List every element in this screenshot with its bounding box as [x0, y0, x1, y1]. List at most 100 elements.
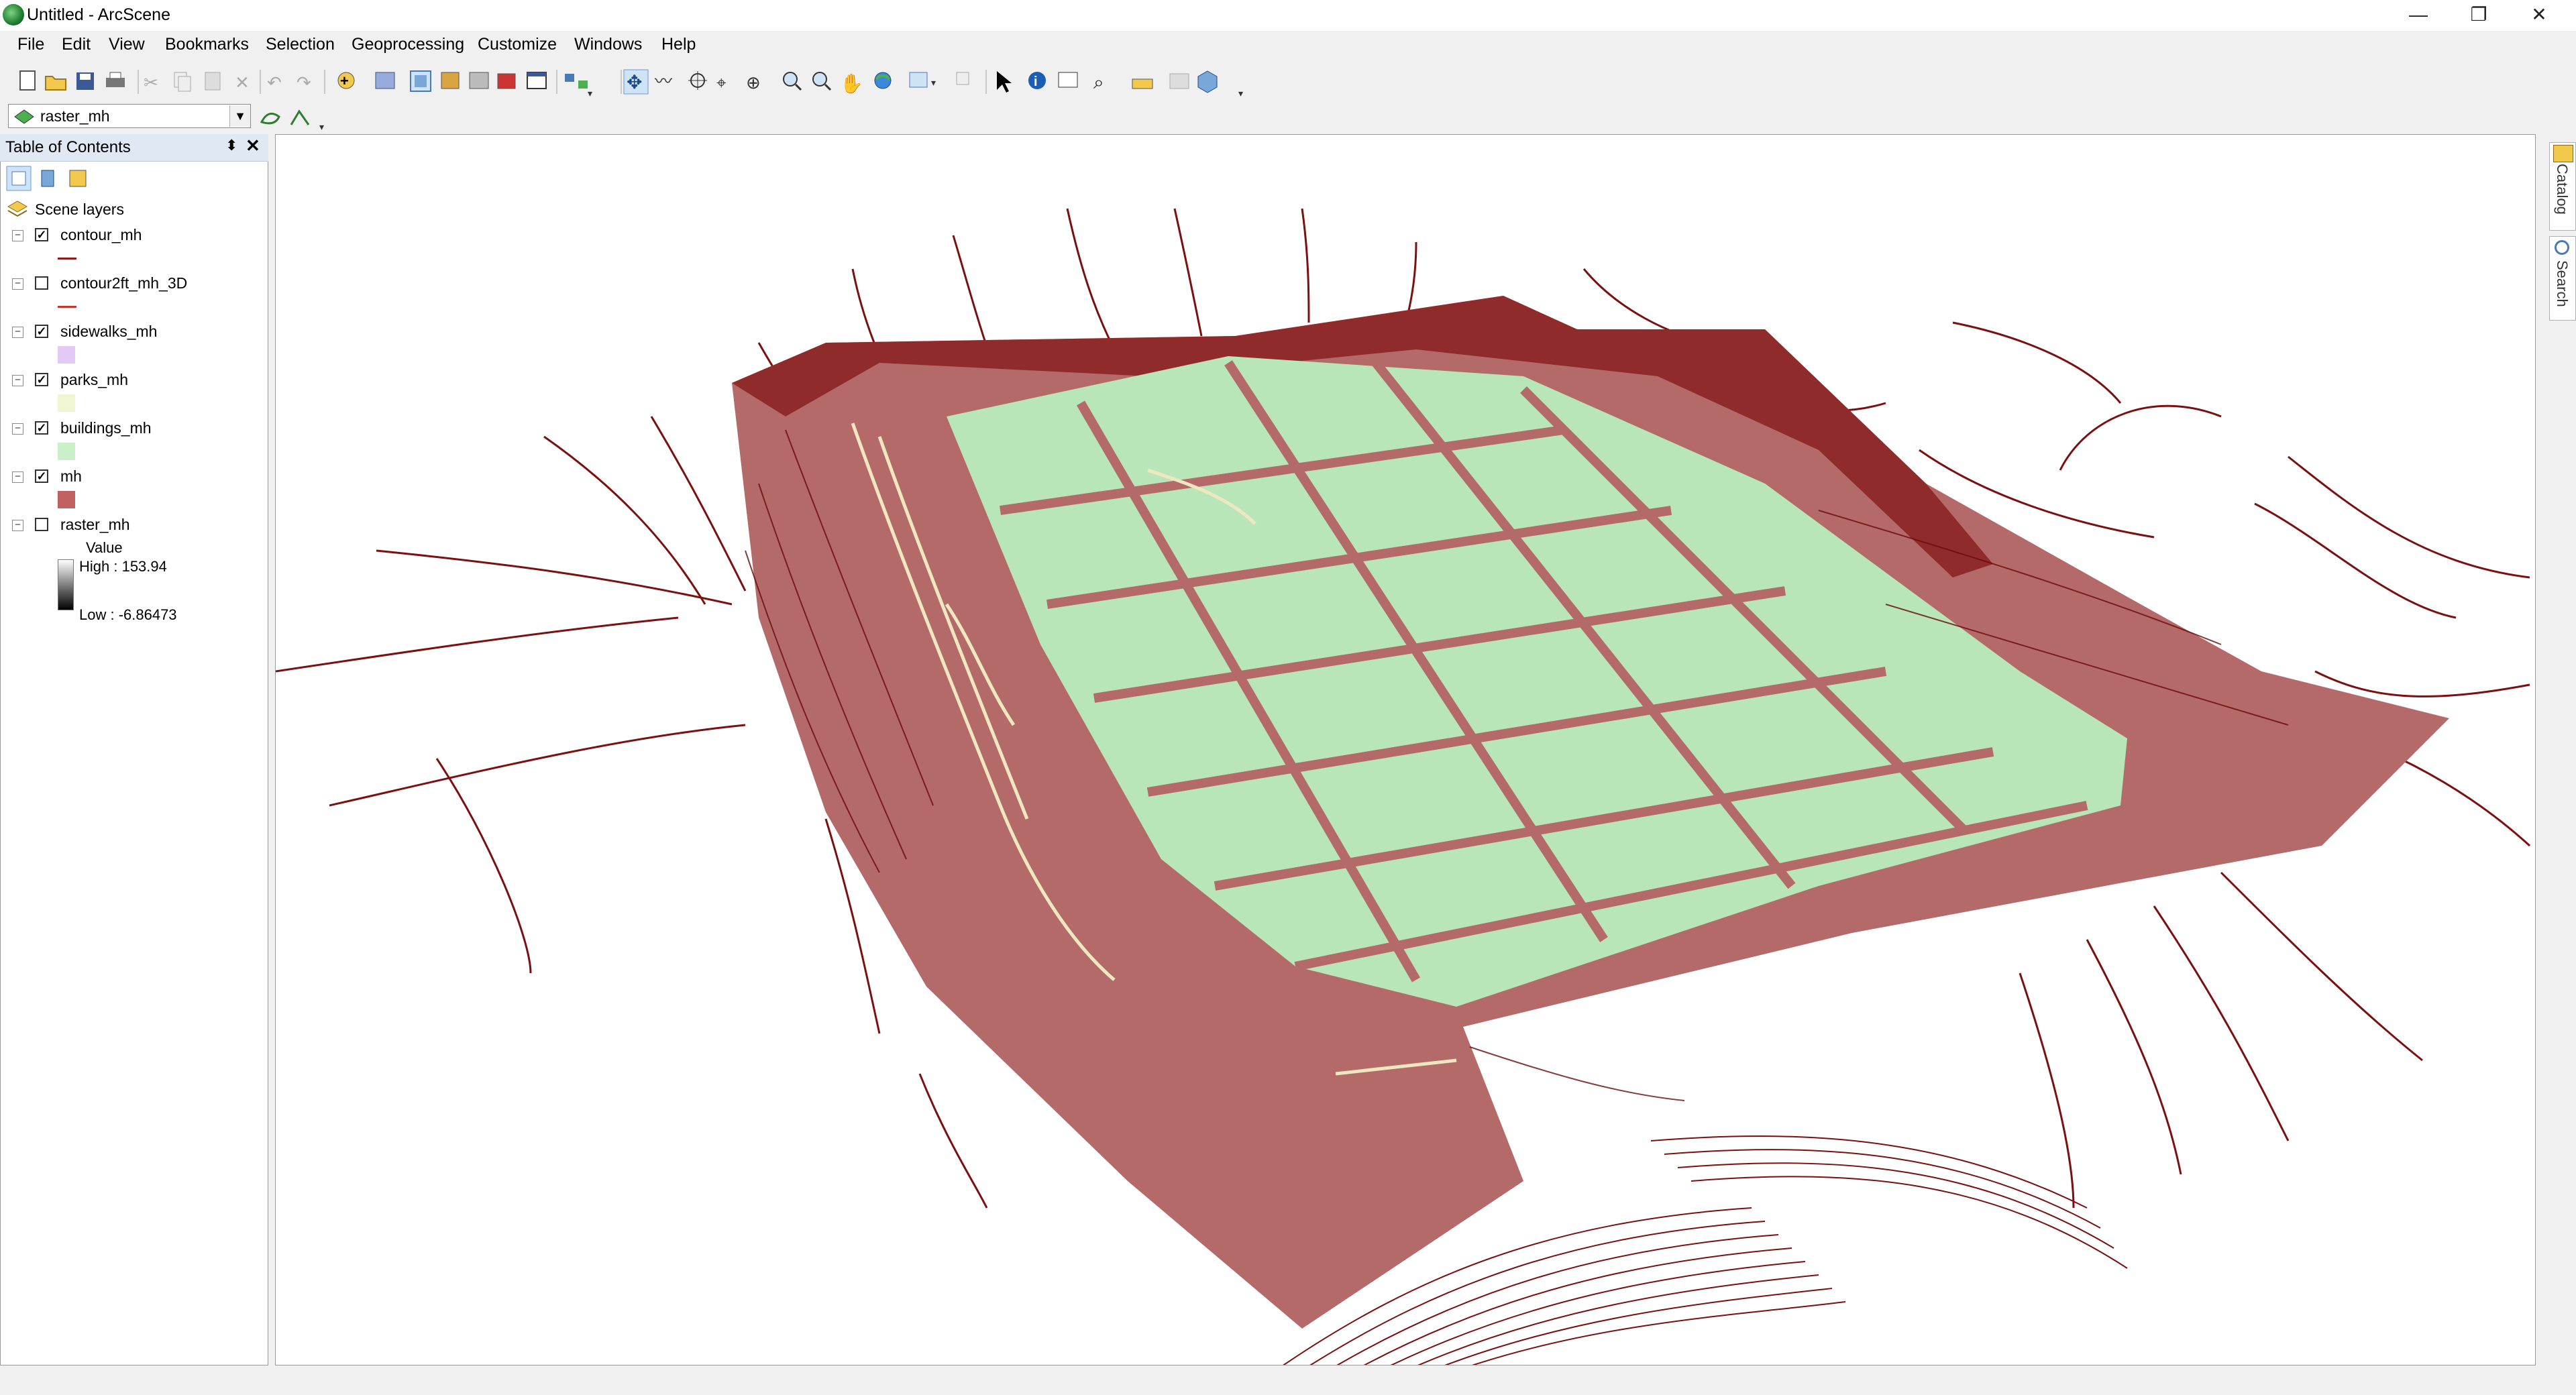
layer-name[interactable]: contour2ft_mh_3D	[60, 274, 187, 292]
collapse-toggle[interactable]: −	[12, 423, 23, 435]
layer-name[interactable]: buildings_mh	[60, 419, 152, 437]
menu-windows[interactable]: Windows	[573, 35, 643, 54]
animation-icon[interactable]	[497, 73, 516, 89]
layer-name[interactable]: parks_mh	[60, 371, 128, 389]
scene-layers-label: Scene layers	[35, 201, 124, 218]
list-by-visibility-icon[interactable]	[69, 170, 87, 187]
redo-icon[interactable]: ↷	[297, 72, 311, 93]
contour-tool-icon[interactable]	[260, 113, 280, 125]
chevron-down-icon[interactable]: ▼	[229, 105, 250, 127]
svg-text:i: i	[1034, 74, 1038, 89]
paste-icon[interactable]	[205, 72, 221, 91]
scene-view[interactable]	[275, 134, 2536, 1365]
collapse-toggle[interactable]: −	[12, 471, 23, 483]
viewer-icon[interactable]	[527, 72, 547, 89]
collapse-toggle[interactable]: −	[12, 278, 23, 290]
editor-icon[interactable]: ▾	[565, 74, 592, 99]
line-of-sight-icon[interactable]	[290, 109, 310, 125]
tab-search-label: Search	[2554, 260, 2571, 307]
menu-selection[interactable]: Selection	[264, 35, 336, 54]
layer-symbol	[58, 306, 76, 308]
delete-icon[interactable]: ✕	[235, 72, 250, 93]
scene-layers-icon	[7, 199, 28, 222]
save-icon[interactable]	[76, 72, 94, 90]
svg-text:▾: ▾	[931, 77, 936, 88]
toc-title: Table of Contents	[5, 138, 131, 156]
print-icon[interactable]	[106, 72, 125, 87]
layer-name[interactable]: sidewalks_mh	[60, 323, 157, 341]
collapse-toggle[interactable]: −	[12, 375, 23, 386]
measure-icon[interactable]	[1132, 78, 1153, 89]
svg-text:▾: ▾	[588, 88, 592, 99]
full-extent-icon[interactable]	[410, 70, 431, 92]
layer-diamond-icon	[14, 109, 34, 124]
zoom-to-target-icon[interactable]: ⌖	[716, 72, 727, 93]
view-settings-icon[interactable]	[441, 72, 460, 89]
layer-name[interactable]: contour_mh	[60, 226, 142, 244]
menu-geoprocessing[interactable]: Geoprocessing	[350, 35, 466, 54]
svg-text:⊕: ⊕	[746, 72, 761, 93]
table-of-contents-panel	[0, 134, 268, 1365]
svg-text:✂: ✂	[144, 72, 158, 93]
find-icon[interactable]: ⌕	[1093, 72, 1104, 93]
identify-icon[interactable]: i	[1028, 72, 1046, 89]
layer-visibility-checkbox[interactable]	[35, 518, 48, 531]
menu-edit[interactable]: Edit	[60, 35, 92, 54]
menu-view[interactable]: View	[107, 35, 146, 54]
target-center-icon[interactable]	[688, 71, 707, 90]
close-button[interactable]: ✕	[2509, 0, 2569, 31]
open-icon[interactable]	[45, 76, 66, 91]
scene-properties-icon[interactable]	[375, 72, 395, 89]
menu-file[interactable]: File	[16, 35, 46, 54]
add-data-icon[interactable]: +	[337, 72, 355, 89]
close-icon[interactable]: ✕	[246, 135, 260, 156]
collapse-toggle[interactable]: −	[12, 230, 23, 241]
window-title: Untitled - ArcScene	[27, 5, 170, 24]
layer-properties-icon[interactable]	[469, 72, 489, 89]
time-slider-icon[interactable]	[1169, 73, 1189, 89]
arctoolbox-icon[interactable]: ▾	[1197, 70, 1243, 99]
menu-customize[interactable]: Customize	[476, 35, 558, 54]
layer-name[interactable]: mh	[60, 467, 82, 486]
svg-text:↷: ↷	[297, 72, 311, 93]
navigate-icon[interactable]: ✥	[623, 69, 649, 95]
layer-visibility-checkbox[interactable]	[35, 276, 48, 290]
layer-dropdown-value: raster_mh	[40, 107, 110, 125]
restore-button[interactable]: ❐	[2449, 0, 2509, 31]
svg-text:⌖: ⌖	[716, 72, 727, 93]
set-observer-icon[interactable]: ⊕	[746, 72, 761, 93]
html-popup-icon[interactable]	[1058, 72, 1078, 88]
select-features-icon[interactable]: ▾	[909, 72, 936, 88]
zoom-in-icon[interactable]	[783, 72, 802, 91]
raster-color-ramp	[58, 559, 74, 610]
svg-text:✥: ✥	[627, 72, 642, 93]
pin-icon[interactable]: ⬍	[225, 137, 237, 154]
copy-icon[interactable]	[174, 72, 191, 92]
layer-visibility-checkbox[interactable]: ✓	[35, 325, 48, 338]
select-elements-icon[interactable]	[997, 71, 1012, 93]
minimize-button[interactable]: —	[2388, 0, 2449, 31]
clear-selection-icon[interactable]	[956, 72, 969, 85]
zoom-out-icon[interactable]	[812, 72, 832, 91]
layer-name[interactable]: raster_mh	[60, 516, 130, 534]
fly-icon[interactable]: 〰	[655, 71, 672, 91]
list-by-drawing-order-icon[interactable]	[6, 166, 32, 191]
search-icon	[2555, 240, 2569, 255]
menu-help[interactable]: Help	[660, 35, 697, 54]
svg-text:▾: ▾	[319, 121, 324, 132]
undo-icon[interactable]: ↶	[267, 72, 282, 93]
layer-visibility-checkbox[interactable]: ✓	[35, 373, 48, 386]
new-document-icon[interactable]	[19, 70, 36, 91]
layer-visibility-checkbox[interactable]: ✓	[35, 469, 48, 483]
pan-icon[interactable]: ✋	[840, 72, 863, 94]
layer-visibility-checkbox[interactable]: ✓	[35, 228, 48, 241]
layer-visibility-checkbox[interactable]: ✓	[35, 421, 48, 435]
collapse-toggle[interactable]: −	[12, 327, 23, 338]
full-extent-globe-icon[interactable]	[874, 72, 892, 89]
collapse-toggle[interactable]: −	[12, 520, 23, 531]
cut-icon[interactable]: ✂	[144, 72, 158, 93]
raster-legend-high: High : 153.94	[79, 558, 167, 575]
layer-symbol	[58, 394, 75, 412]
menu-bookmarks[interactable]: Bookmarks	[164, 35, 250, 54]
list-by-source-icon[interactable]	[41, 170, 54, 187]
